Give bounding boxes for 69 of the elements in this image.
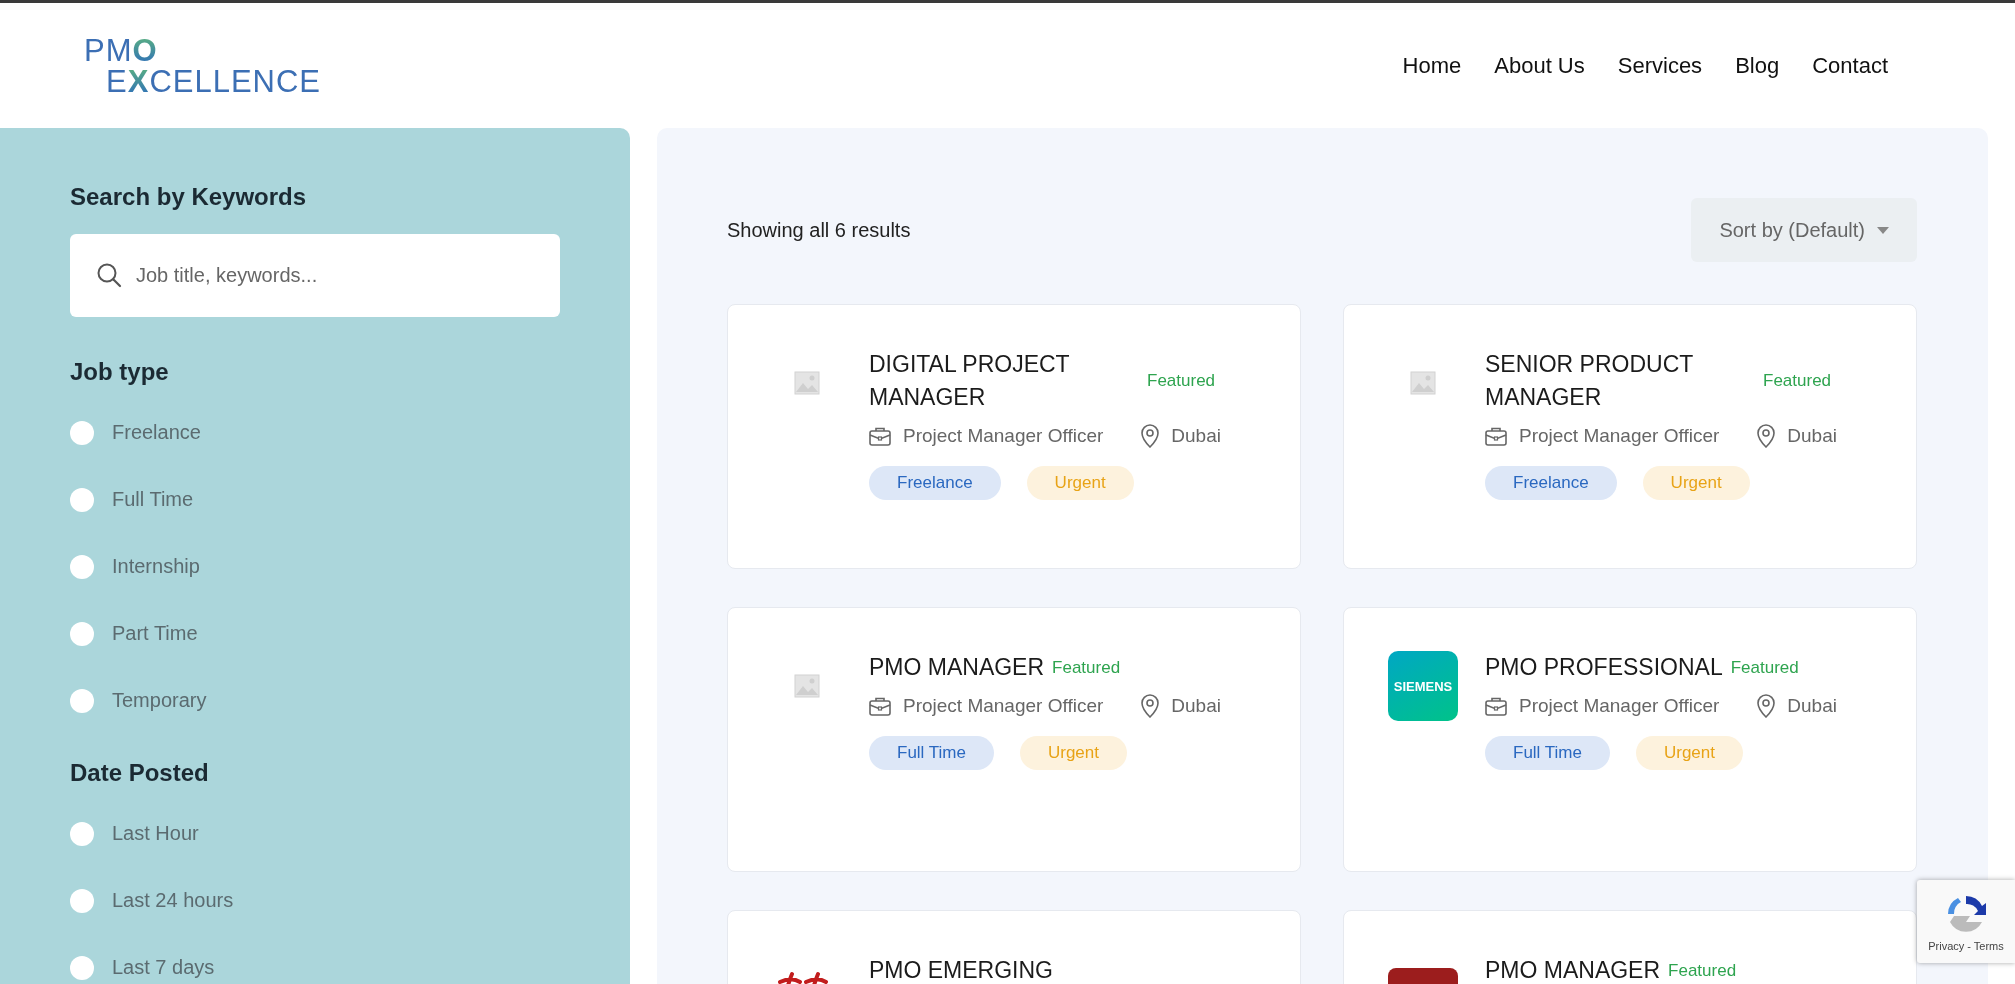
- filter-option-label[interactable]: Last 24 hours: [112, 889, 234, 912]
- nav-link[interactable]: Home: [1402, 52, 1462, 79]
- job-category: Project Manager Officer: [1519, 695, 1720, 717]
- briefcase-icon: [869, 696, 891, 716]
- urgent-tag: Urgent: [1635, 736, 1743, 770]
- filter-option-label[interactable]: Internship: [112, 555, 200, 578]
- urgent-tag: Urgent: [1642, 466, 1750, 500]
- privacy-terms-link[interactable]: Privacy - Terms: [1928, 939, 2004, 952]
- job-type-tag: Freelance: [1485, 466, 1617, 500]
- featured-label: Featured: [1147, 371, 1216, 391]
- filter-heading: Job type: [70, 357, 170, 387]
- featured-label: Featured: [1730, 657, 1799, 678]
- job-location: Dubai: [1787, 695, 1837, 717]
- radio-button[interactable]: [70, 554, 94, 579]
- urgent-tag: Urgent: [1019, 736, 1127, 770]
- job-type-tag: Freelance: [869, 466, 1001, 500]
- job-title[interactable]: SENIOR PRODUCT MANAGER: [1485, 348, 1755, 414]
- urgent-tag: Urgent: [1026, 466, 1134, 500]
- job-location: Dubai: [1787, 425, 1837, 447]
- caret-icon: [1877, 226, 1889, 234]
- job-type-tag: Full Time: [869, 736, 994, 770]
- radio-button[interactable]: [70, 821, 94, 846]
- job-title[interactable]: DIGITAL PROJECT MANAGER: [869, 348, 1139, 414]
- filter-option-label[interactable]: Full Time: [112, 488, 194, 511]
- company-logo: SIEMENS: [1388, 651, 1458, 721]
- job-title[interactable]: PMO EMERGING: [869, 954, 1053, 984]
- radio-button[interactable]: [70, 955, 94, 980]
- job-title[interactable]: PMO MANAGER: [869, 651, 1045, 684]
- location-pin-icon: [1141, 694, 1160, 718]
- nav-link[interactable]: Blog: [1735, 52, 1780, 79]
- radio-button[interactable]: [70, 688, 94, 713]
- filter-option-label[interactable]: Last 7 days: [112, 956, 215, 979]
- filter-option-label[interactable]: Temporary: [112, 689, 207, 712]
- nav-link[interactable]: About Us: [1494, 52, 1585, 79]
- job-category: Project Manager Officer: [1519, 425, 1720, 447]
- job-location: Dubai: [1171, 425, 1221, 447]
- filter-option-label[interactable]: Part Time: [112, 622, 198, 645]
- job-category: Project Manager Officer: [903, 695, 1104, 717]
- radio-button[interactable]: [70, 621, 94, 646]
- location-pin-icon: [1757, 424, 1776, 448]
- job-category: Project Manager Officer: [903, 425, 1104, 447]
- job-type-tag: Full Time: [1485, 736, 1610, 770]
- nav-link[interactable]: Contact: [1812, 52, 1888, 79]
- results-count: Showing all 6 results: [727, 218, 911, 242]
- filter-heading: Date Posted: [70, 758, 210, 788]
- location-pin-icon: [1141, 424, 1160, 448]
- radio-button[interactable]: [70, 487, 94, 512]
- featured-label: Featured: [1763, 371, 1832, 391]
- job-location: Dubai: [1171, 695, 1221, 717]
- search-field[interactable]: Job title, keywords...: [70, 234, 560, 317]
- job-title[interactable]: PMO MANAGER: [1485, 954, 1661, 984]
- radio-button[interactable]: [70, 420, 94, 445]
- featured-label: Featured: [1668, 960, 1737, 981]
- search-heading: Search by Keywords: [70, 182, 308, 212]
- featured-label: Featured: [1052, 657, 1121, 678]
- sort-dropdown[interactable]: Sort by (Default): [1691, 198, 1917, 262]
- filter-option-label[interactable]: Freelance: [112, 421, 201, 444]
- logo[interactable]: PMO EXCELLENCE: [82, 34, 322, 97]
- image-placeholder-icon: [1410, 371, 1436, 395]
- briefcase-icon: [869, 426, 891, 446]
- radio-button[interactable]: [70, 888, 94, 913]
- nav-link[interactable]: Services: [1617, 52, 1703, 79]
- location-pin-icon: [1757, 694, 1776, 718]
- image-placeholder-icon: [794, 371, 820, 395]
- filter-option-label[interactable]: Last Hour: [112, 822, 199, 845]
- briefcase-icon: [1485, 696, 1507, 716]
- briefcase-icon: [1485, 426, 1507, 446]
- job-title[interactable]: PMO PROFESSIONAL: [1485, 651, 1723, 684]
- image-placeholder-icon: [794, 674, 820, 698]
